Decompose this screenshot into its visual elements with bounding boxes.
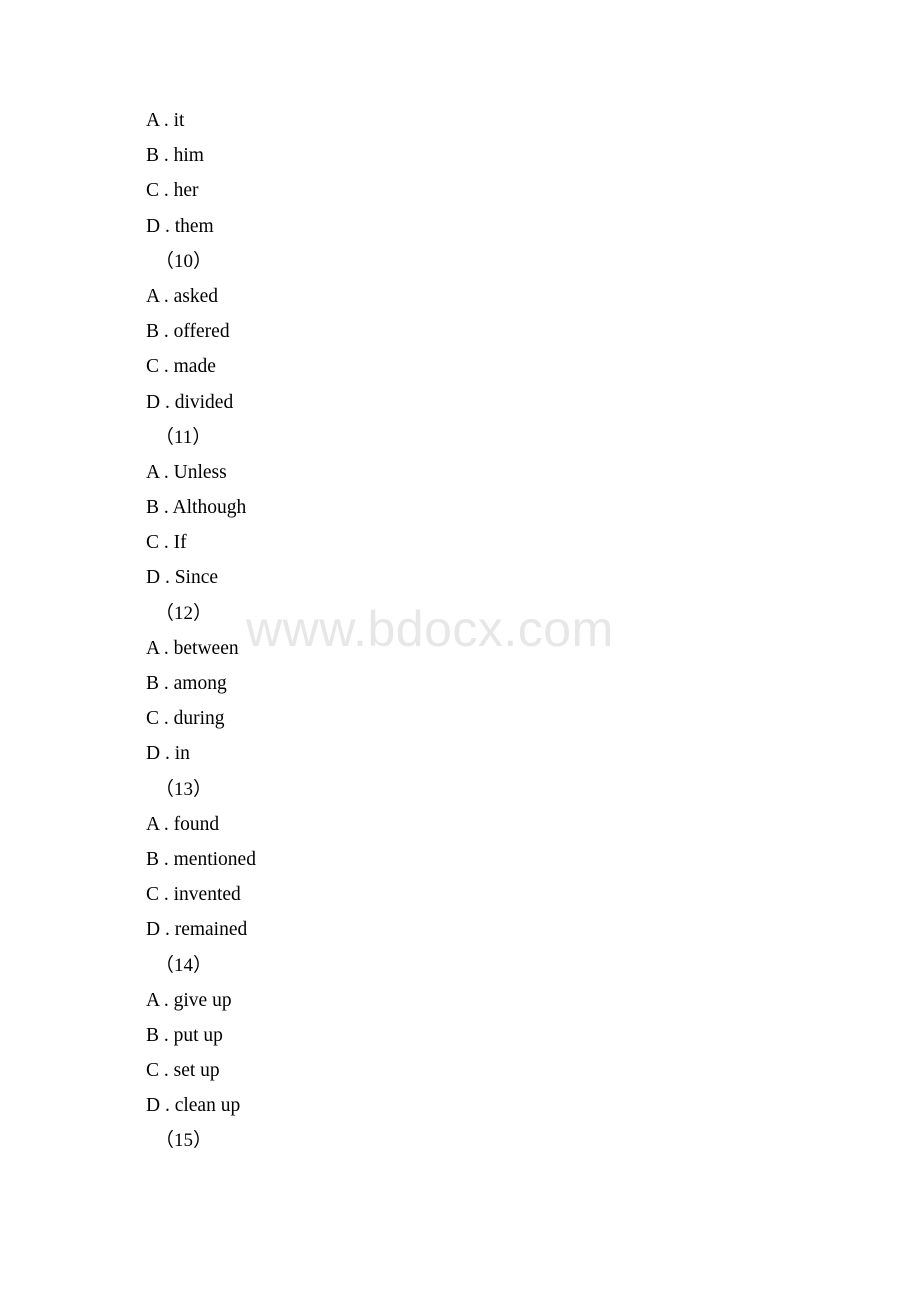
answer-option: B . among	[146, 673, 227, 694]
answer-option: B . Although	[146, 497, 247, 519]
question-number: （12）	[155, 602, 213, 624]
question-number: （14）	[155, 954, 213, 976]
answer-option: D . Since	[146, 567, 219, 589]
answer-option: D . clean up	[146, 1095, 241, 1117]
question-number: （11）	[155, 426, 212, 448]
answer-option: C . made	[146, 356, 216, 378]
answer-option: A . give up	[146, 989, 232, 1011]
answer-option: C . her	[146, 180, 199, 202]
answer-option: A . between	[146, 637, 239, 659]
answer-option: D . divided	[146, 391, 234, 413]
answer-option: B . offered	[146, 321, 230, 343]
answer-option: D . remained	[146, 919, 248, 941]
answer-option: C . invented	[146, 884, 241, 906]
document-page: www.bdocx.com A . it B . him C . her D . th…	[0, 0, 920, 1302]
answer-option: C . set up	[146, 1060, 220, 1082]
question-number: （10）	[155, 250, 213, 272]
answer-option: B . him	[146, 145, 204, 167]
answer-option: C . If	[146, 532, 187, 554]
answer-option: C . during	[146, 708, 225, 730]
question-number: （15）	[155, 1130, 213, 1152]
answer-option: A . asked	[146, 285, 219, 307]
answer-option: A . it	[146, 110, 185, 131]
answer-option: D . them	[146, 215, 214, 237]
document-body: A . it B . him C . her D . them （10） A . aske…	[0, 0, 920, 1159]
answer-option: D . in	[146, 743, 190, 765]
answer-option: B . put up	[146, 1024, 223, 1046]
question-number: （13）	[155, 778, 213, 800]
answer-option: A . Unless	[146, 461, 227, 483]
answer-option: B . mentioned	[146, 848, 256, 870]
answer-option: A . found	[146, 813, 220, 835]
